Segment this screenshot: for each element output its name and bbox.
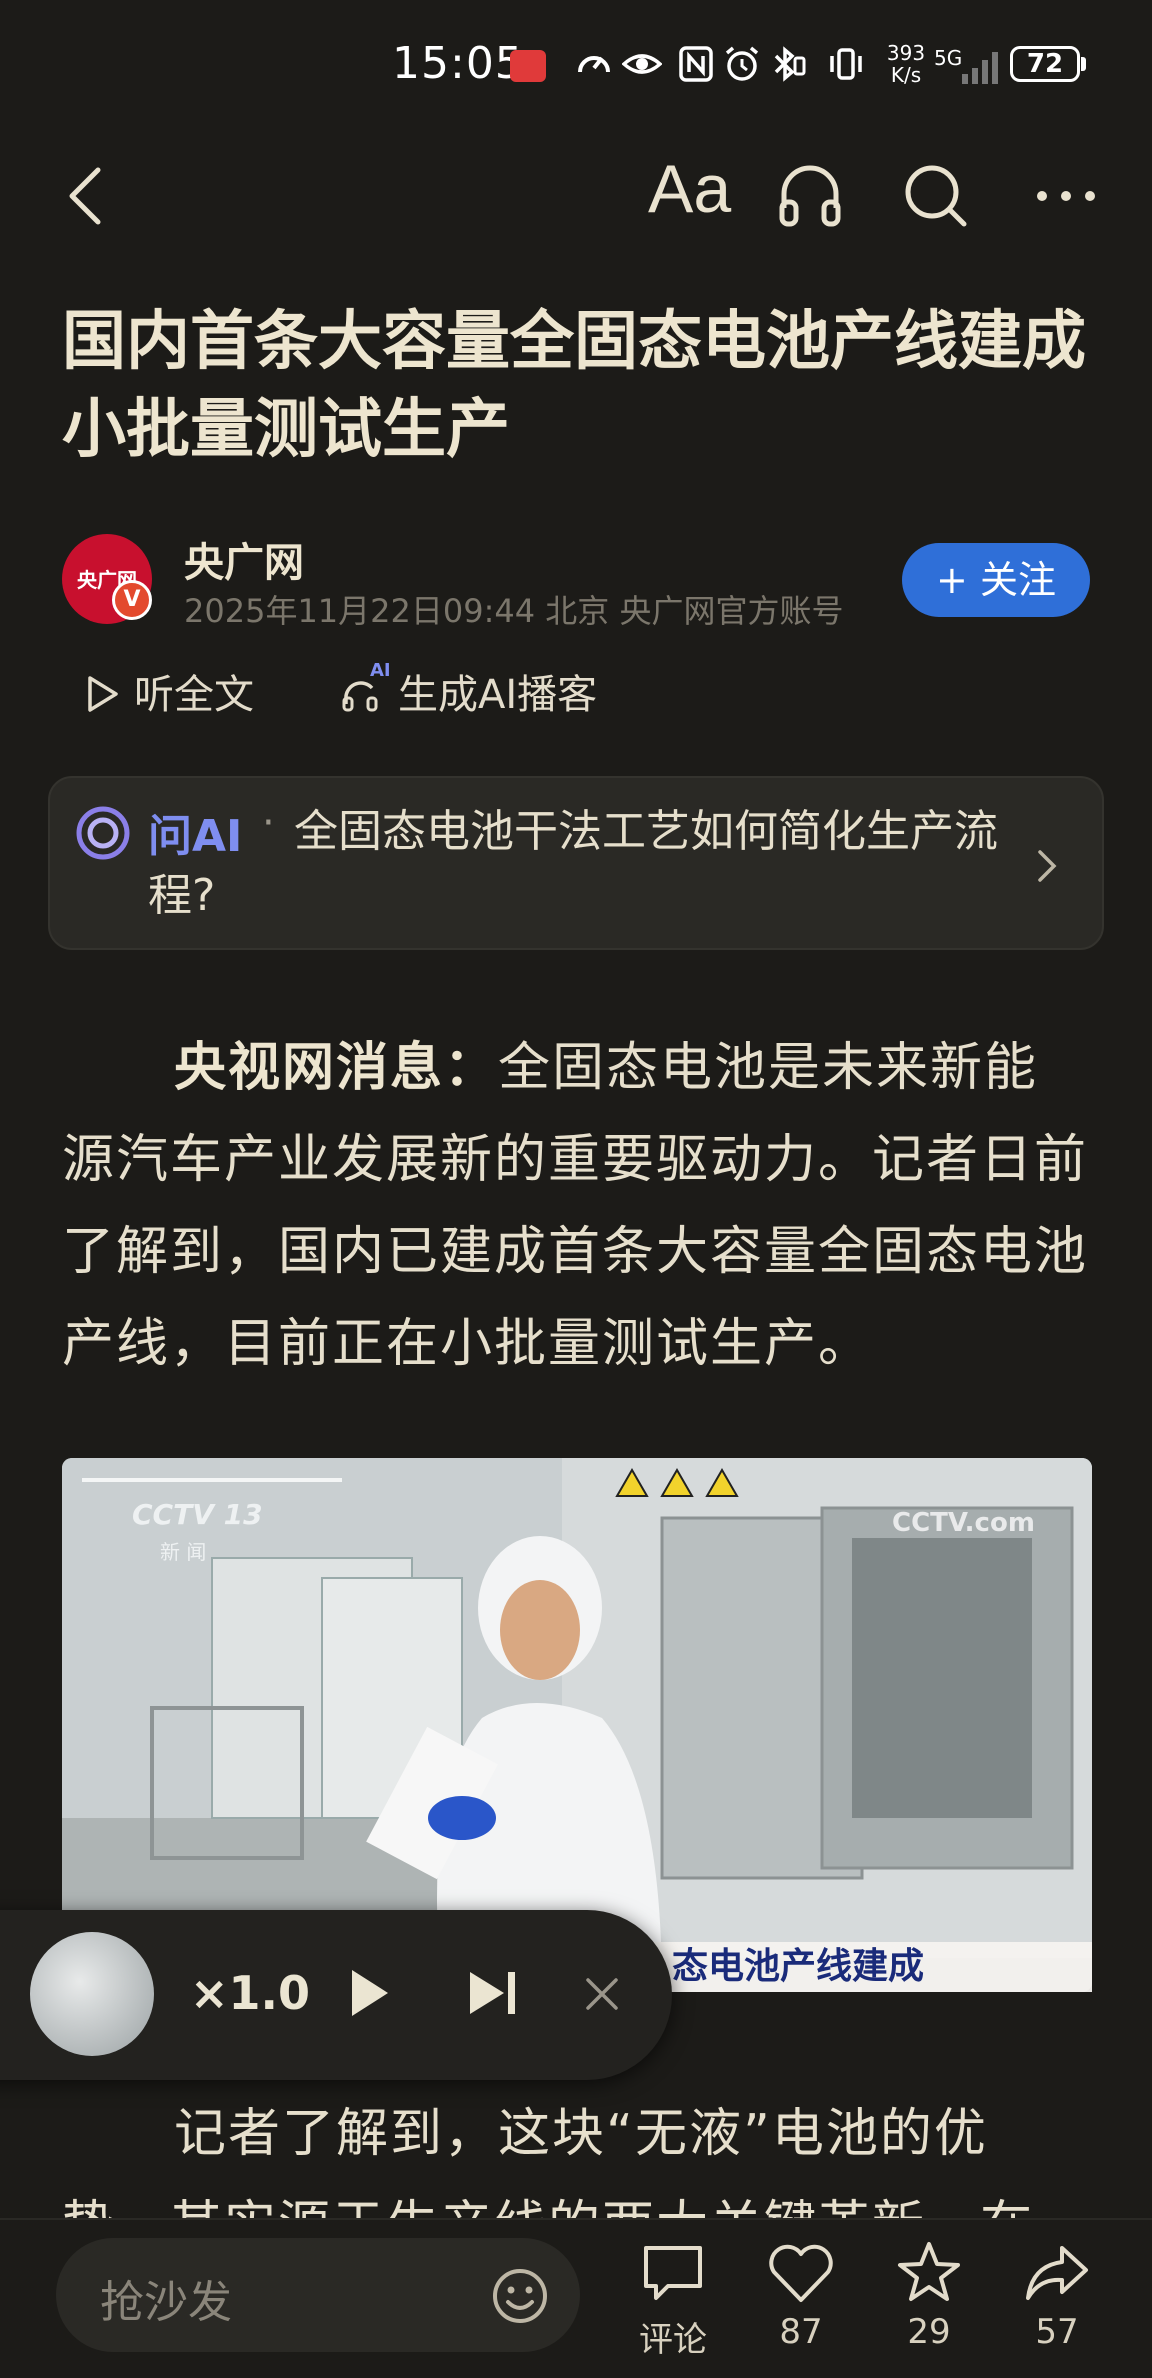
playback-speed-button[interactable]: ×1.0 xyxy=(190,1966,310,2020)
battery-indicator: 72 xyxy=(1010,46,1080,82)
ask-ai-logo-icon xyxy=(76,806,130,860)
listen-full-button[interactable]: 听全文 xyxy=(84,662,254,720)
comment-icon[interactable] xyxy=(638,2238,708,2308)
channel-sub: 新 闻 xyxy=(160,1540,207,1564)
play-outline-icon xyxy=(88,676,118,712)
network-type: 5G xyxy=(934,46,963,70)
app-notification-icon xyxy=(510,50,546,82)
font-size-button[interactable]: Aa xyxy=(648,150,731,228)
favorite-count: 29 xyxy=(907,2312,951,2352)
paragraph-lead: 央视网消息： xyxy=(174,1038,499,1098)
share-count: 57 xyxy=(1035,2312,1079,2352)
play-icon[interactable] xyxy=(344,1966,392,2020)
vibrate-icon xyxy=(830,48,862,80)
channel-logo: CCTV 13 xyxy=(132,1498,263,1531)
like-count: 87 xyxy=(779,2312,823,2352)
close-icon[interactable] xyxy=(584,1976,620,2012)
ai-podcast-button[interactable]: AI 生成AI播客 xyxy=(342,660,598,720)
signal-icon xyxy=(962,52,998,84)
status-time: 15:05 xyxy=(392,38,524,89)
back-arrow-icon[interactable] xyxy=(52,160,124,232)
status-bar: 15:05 393 K/s 5G 72 xyxy=(0,0,1152,130)
ai-badge: AI xyxy=(370,660,391,681)
cctv-watermark: CCTV.com xyxy=(892,1508,1035,1538)
network-speed: 393 K/s xyxy=(886,41,926,87)
more-icon[interactable] xyxy=(1030,160,1102,232)
ai-headphones-icon: AI xyxy=(342,660,391,712)
comment-placeholder: 抢沙发 xyxy=(100,2277,232,2328)
alarm-icon xyxy=(725,46,759,81)
battery-tip xyxy=(1081,57,1086,71)
nfc-icon xyxy=(679,46,713,82)
favorite-star-icon[interactable] xyxy=(894,2238,964,2308)
emoji-icon[interactable] xyxy=(490,2266,550,2326)
verified-badge: V xyxy=(112,580,152,620)
comment-label: 评论 xyxy=(639,2320,707,2360)
chevron-right-icon xyxy=(1038,850,1057,882)
listen-full-label: 听全文 xyxy=(134,672,254,718)
bluetooth-icon xyxy=(774,46,806,82)
ask-ai-question: 全固态电池干法工艺如何简化生产流程? xyxy=(148,806,998,921)
headphones-icon[interactable] xyxy=(774,160,846,232)
article-meta: 2025年11月22日09:44 北京 央广网官方账号 xyxy=(184,592,844,630)
follow-button[interactable]: + 关注 xyxy=(902,543,1090,617)
search-icon[interactable] xyxy=(900,160,972,232)
next-track-icon[interactable] xyxy=(466,1968,520,2018)
ai-podcast-label: 生成AI播客 xyxy=(398,672,598,718)
share-icon[interactable] xyxy=(1022,2238,1092,2308)
speedometer-icon xyxy=(578,56,610,73)
author-name[interactable]: 央广网 xyxy=(184,530,304,588)
eye-icon xyxy=(622,54,662,74)
article-paragraph: 央视网消息：全固态电池是未来新能源汽车产业发展新的重要驱动力。记者日前了解到，国… xyxy=(62,1022,1092,1390)
like-icon[interactable] xyxy=(766,2238,836,2308)
player-thumbnail[interactable] xyxy=(30,1932,154,2056)
article-title: 国内首条大容量全固态电池产线建成 小批量测试生产 xyxy=(62,305,1086,467)
